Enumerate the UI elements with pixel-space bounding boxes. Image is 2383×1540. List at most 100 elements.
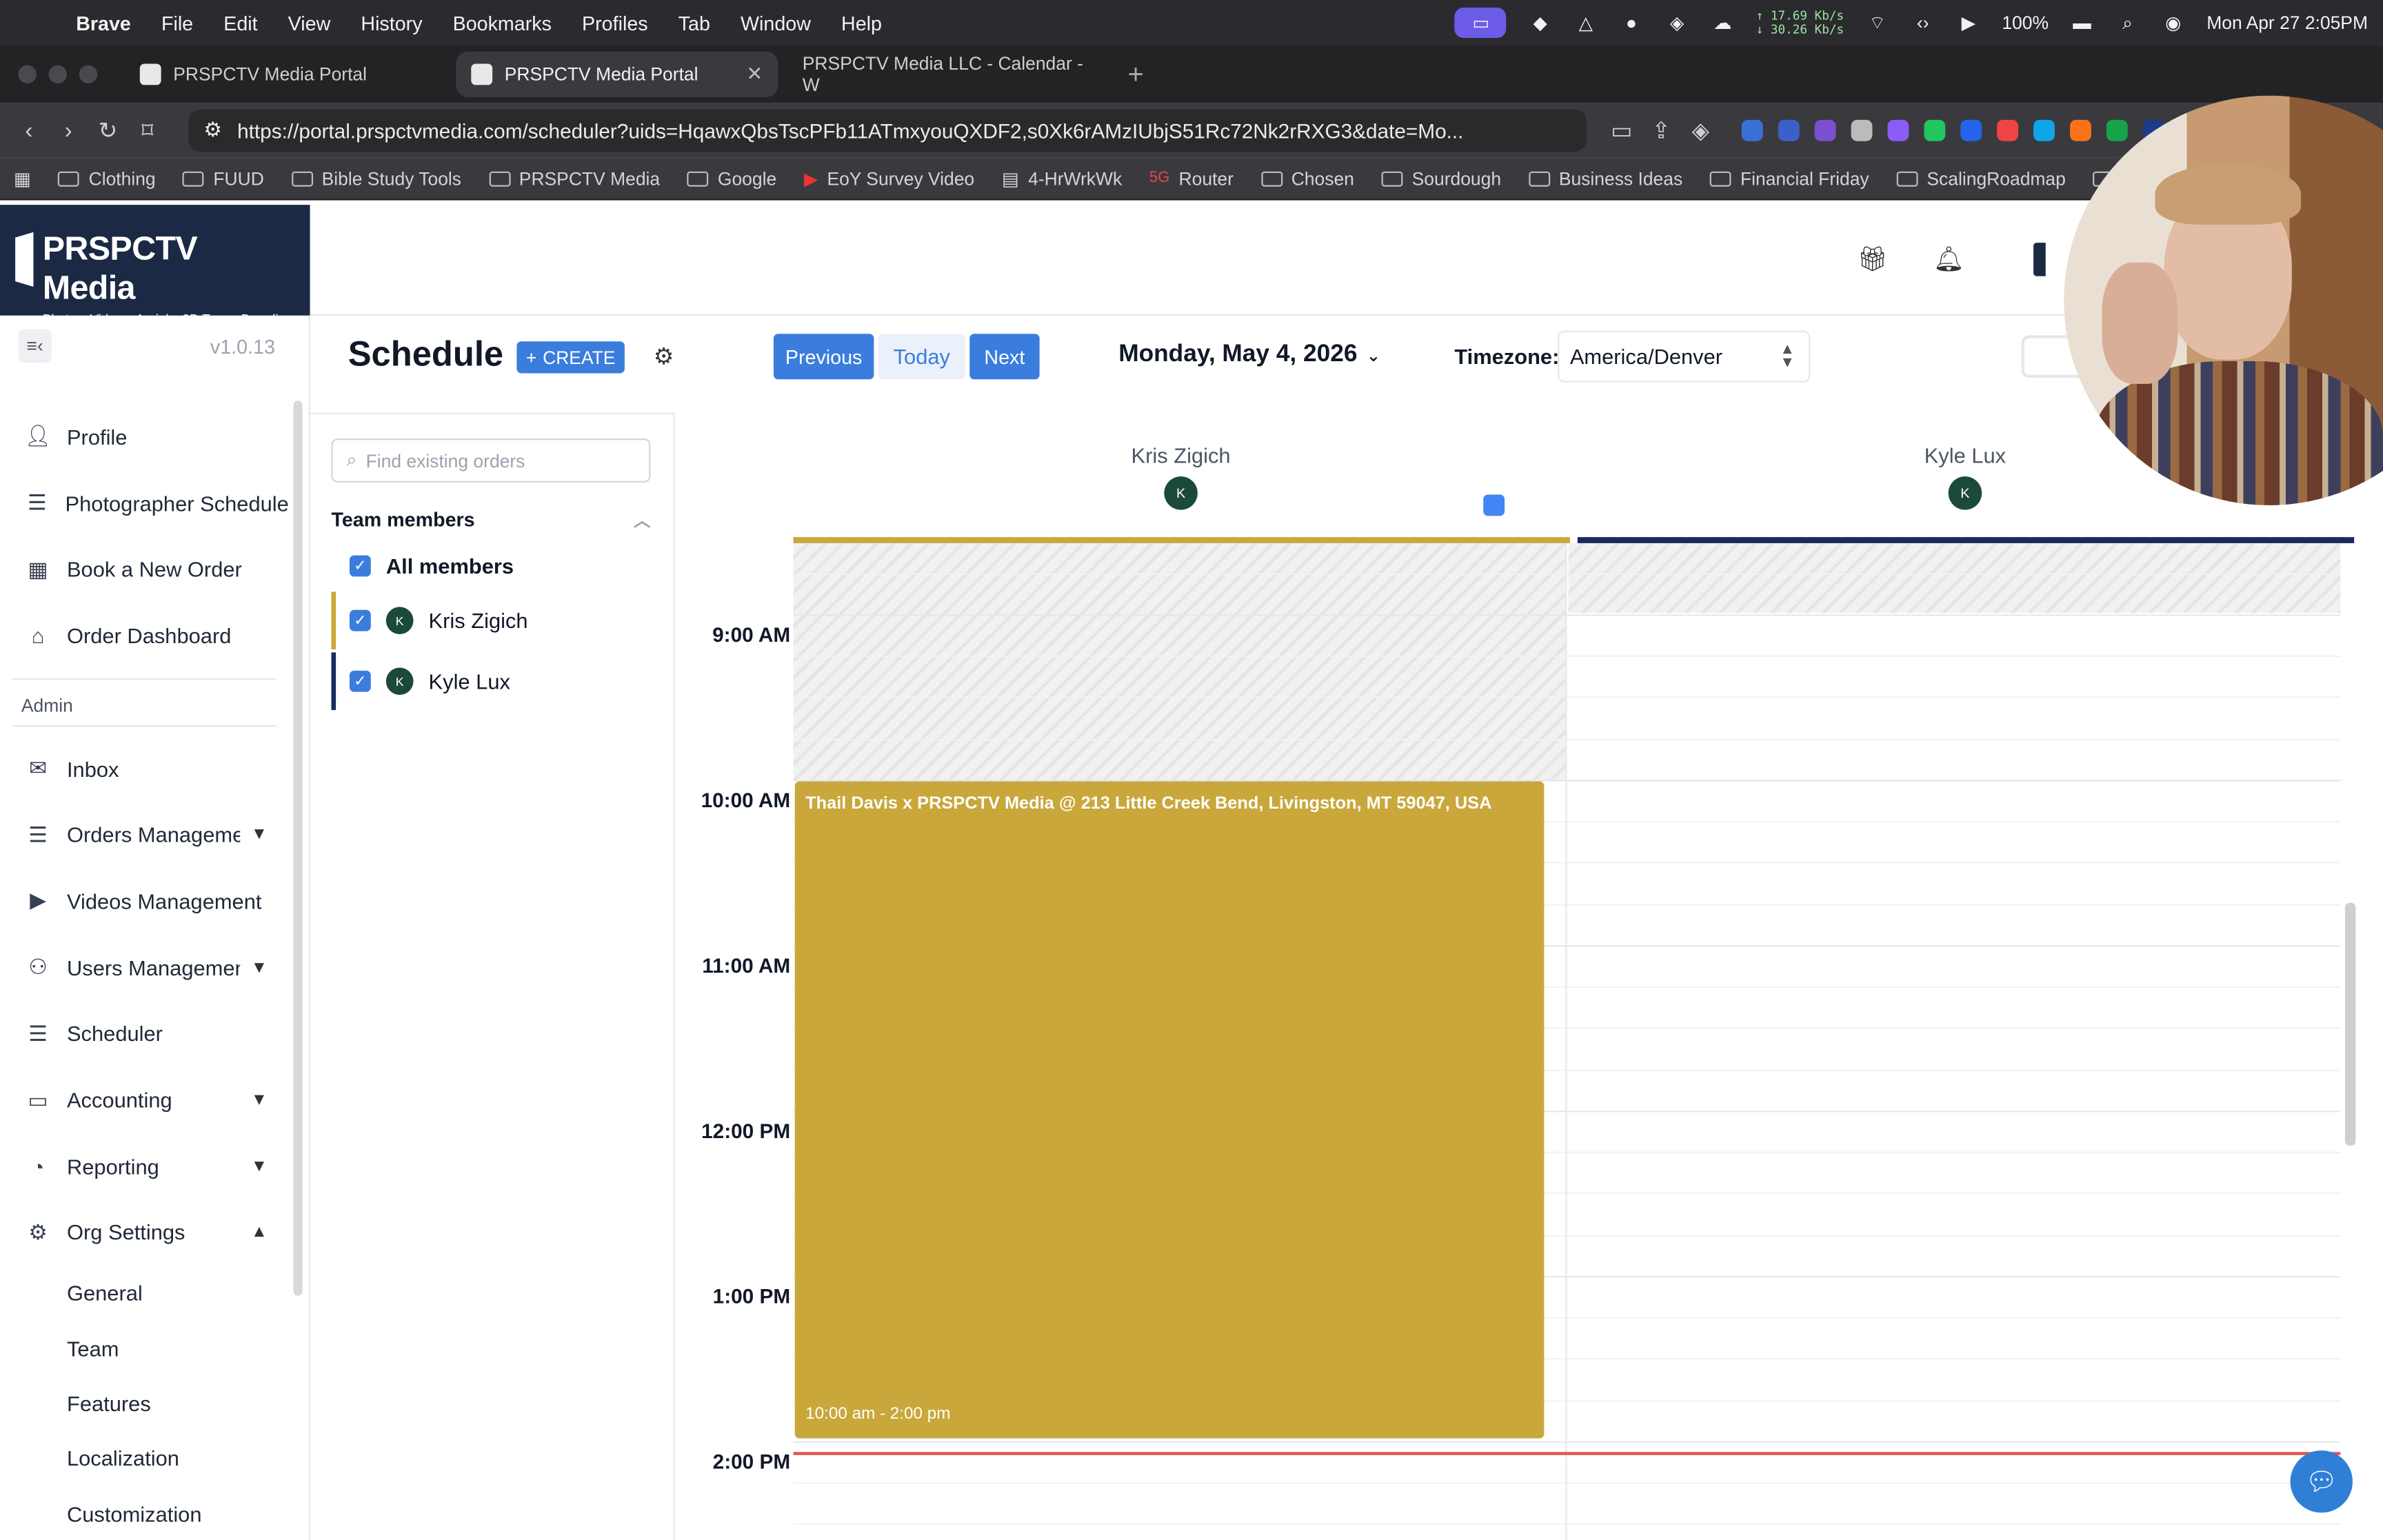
extension-icon[interactable] xyxy=(2069,119,2091,141)
member-row-kyle-lux[interactable]: ✓ K Kyle Lux xyxy=(331,652,650,711)
extension-icon[interactable] xyxy=(1814,119,1836,141)
sidebar-item-photographer-schedule[interactable]: ☰ Photographer Schedule xyxy=(0,470,289,536)
bookmark-clothing[interactable]: Clothing xyxy=(45,168,170,189)
address-bar[interactable]: ⚙ https://portal.prspctvmedia.com/schedu… xyxy=(188,109,1587,152)
forward-icon[interactable]: › xyxy=(49,118,88,143)
menu-edit[interactable]: Edit xyxy=(208,12,272,34)
bookmark-eoy-survey-video[interactable]: ▶ EoY Survey Video xyxy=(790,168,988,189)
sidebar-item-order-dashboard[interactable]: ⌂ Order Dashboard xyxy=(0,602,289,669)
chevron-up-icon[interactable]: ▲ xyxy=(251,1224,268,1242)
menu-history[interactable]: History xyxy=(345,12,437,34)
chevron-down-icon[interactable]: ▼ xyxy=(251,826,268,844)
checkbox-checked-icon[interactable]: ✓ xyxy=(349,609,371,631)
sidebar-subitem-general[interactable]: General xyxy=(0,1266,289,1321)
extension-icon[interactable] xyxy=(1741,119,1763,141)
bookmark-router[interactable]: 5G Router xyxy=(1136,168,1247,189)
all-members-checkbox[interactable]: ✓ All members xyxy=(331,537,650,595)
wifi-icon[interactable]: ⌔ xyxy=(1865,10,1889,34)
sidebar-subitem-team[interactable]: Team xyxy=(0,1321,289,1376)
sidebar-item-scheduler[interactable]: ☰ Scheduler xyxy=(0,1001,289,1067)
cast-icon[interactable]: ▭ xyxy=(1602,116,1641,144)
bookmark-4hrwrkwk[interactable]: ▤ 4-HrWrkWk xyxy=(988,168,1136,189)
control-center-icon[interactable]: ◉ xyxy=(2161,10,2185,34)
extension-icon[interactable] xyxy=(1997,119,2019,141)
gift-icon[interactable]: 🎁︎ xyxy=(1857,244,1888,274)
menu-window[interactable]: Window xyxy=(725,12,826,34)
menubar-clock[interactable]: Mon Apr 27 2:05PM xyxy=(2206,12,2368,34)
extension-icon[interactable] xyxy=(1924,119,1946,141)
extension-icon[interactable] xyxy=(1887,119,1909,141)
zoom-window-icon[interactable] xyxy=(79,65,98,84)
brand-logo[interactable]: PRSPCTV Media Photos, Videos, Aerials, 3… xyxy=(0,205,310,326)
checkbox-checked-icon[interactable]: ✓ xyxy=(349,670,371,692)
bookmark-icon[interactable]: ⌑ xyxy=(128,116,167,144)
menu-app-name[interactable]: Brave xyxy=(61,12,146,34)
browser-tab-1[interactable]: PRSPCTV Media Portal xyxy=(125,52,447,97)
brave-shield-icon[interactable]: ◈ xyxy=(1681,116,1720,144)
sidebar-item-inbox[interactable]: ✉ Inbox xyxy=(0,736,289,802)
sidebar-subitem-customization[interactable]: Customization xyxy=(0,1486,289,1540)
reload-icon[interactable]: ↻ xyxy=(88,116,128,144)
sidebar-subitem-features[interactable]: Features xyxy=(0,1376,289,1431)
menu-view[interactable]: View xyxy=(273,12,346,34)
dropbox-icon[interactable]: ◆ xyxy=(1528,10,1552,34)
previous-button[interactable]: Previous xyxy=(773,334,874,380)
avatar[interactable] xyxy=(2033,243,2046,276)
bookmark-fuud[interactable]: FUUD xyxy=(169,168,277,189)
team-members-header[interactable]: Team members ︿ xyxy=(331,508,650,531)
next-button[interactable]: Next xyxy=(969,334,1040,380)
sidebar-item-users-management[interactable]: ⚇ Users Management ▼ xyxy=(0,934,289,1000)
chevron-down-icon[interactable]: ▼ xyxy=(251,1091,268,1109)
back-icon[interactable]: ‹ xyxy=(9,118,48,143)
menu-profiles[interactable]: Profiles xyxy=(567,12,663,34)
menu-bookmarks[interactable]: Bookmarks xyxy=(438,12,567,34)
schedule-settings-gear-icon[interactable]: ⚙ xyxy=(654,343,674,370)
timezone-select[interactable]: America/Denver ▲ ▼ xyxy=(1558,330,1811,383)
play-icon[interactable]: ▶ xyxy=(1956,10,1980,34)
chevron-up-icon[interactable]: ︿ xyxy=(634,508,650,532)
minimize-window-icon[interactable] xyxy=(48,65,67,84)
chevron-down-icon[interactable]: ▼ xyxy=(251,958,268,976)
menu-file[interactable]: File xyxy=(146,12,208,34)
bookmark-bible-study-tools[interactable]: Bible Study Tools xyxy=(278,168,475,189)
chat-support-button[interactable]: 💬︎ xyxy=(2290,1450,2353,1513)
extension-icon[interactable] xyxy=(1960,119,1982,141)
extension-icon[interactable] xyxy=(1851,119,1873,141)
chevron-down-icon[interactable]: ▼ xyxy=(251,1157,268,1175)
extension-icon[interactable] xyxy=(2106,119,2128,141)
microphone-icon[interactable]: ● xyxy=(1619,10,1643,34)
bookmark-sourdough[interactable]: Sourdough xyxy=(1368,168,1515,189)
bookmark-business-ideas[interactable]: Business Ideas xyxy=(1515,168,1696,189)
date-picker[interactable]: Monday, May 4, 2026 ⌄ xyxy=(1118,341,1380,369)
sidebar-item-orders-management[interactable]: ☰ Orders Management ▼ xyxy=(0,802,289,868)
shield-icon[interactable]: ◈ xyxy=(1665,10,1689,34)
sidebar-item-org-settings[interactable]: ⚙ Org Settings ▲ xyxy=(0,1199,289,1266)
code-icon[interactable]: ‹› xyxy=(1911,10,1935,34)
create-button[interactable]: + CREATE xyxy=(516,341,625,374)
bookmark-google[interactable]: Google xyxy=(674,168,790,189)
close-window-icon[interactable] xyxy=(18,65,37,84)
apps-grid-icon[interactable]: ▦ xyxy=(0,168,45,189)
extension-icon[interactable] xyxy=(2033,119,2055,141)
close-tab-icon[interactable]: ✕ xyxy=(746,62,763,86)
cloud-icon[interactable]: ☁ xyxy=(1711,10,1735,34)
bell-icon[interactable]: 🔔︎ xyxy=(1933,244,1964,274)
bookmark-financial-friday[interactable]: Financial Friday xyxy=(1696,168,1882,189)
sidebar-item-videos-management[interactable]: ▶ Videos Management xyxy=(0,868,289,934)
battery-icon[interactable]: ▬ xyxy=(2070,10,2094,34)
sidebar-item-book-order[interactable]: ▦ Book a New Order xyxy=(0,536,289,602)
calendar-event[interactable]: Thail Davis x PRSPCTV Media @ 213 Little… xyxy=(794,781,1545,1439)
sidebar-item-reporting[interactable]: ◔ Reporting ▼ xyxy=(0,1133,289,1199)
order-search-input[interactable]: ⌕ Find existing orders xyxy=(331,438,651,483)
extension-icon[interactable] xyxy=(1778,119,1800,141)
sidebar-item-profile[interactable]: 👤︎ Profile xyxy=(0,403,289,469)
browser-tab-2[interactable]: PRSPCTV Media Portal ✕ xyxy=(456,51,778,97)
member-row-kris-zigich[interactable]: ✓ K Kris Zigich xyxy=(331,591,650,650)
sidebar-subitem-localization[interactable]: Localization xyxy=(0,1431,289,1486)
checkbox-checked-icon[interactable]: ✓ xyxy=(349,555,371,577)
bookmark-scalingroadmap[interactable]: ScalingRoadmap xyxy=(1883,168,2080,189)
site-settings-icon[interactable]: ⚙ xyxy=(203,119,222,143)
new-tab-icon[interactable]: + xyxy=(1127,59,1143,90)
calendar-scrollbar[interactable] xyxy=(2344,902,2356,1146)
sidebar-item-accounting[interactable]: ▭ Accounting ▼ xyxy=(0,1067,289,1133)
